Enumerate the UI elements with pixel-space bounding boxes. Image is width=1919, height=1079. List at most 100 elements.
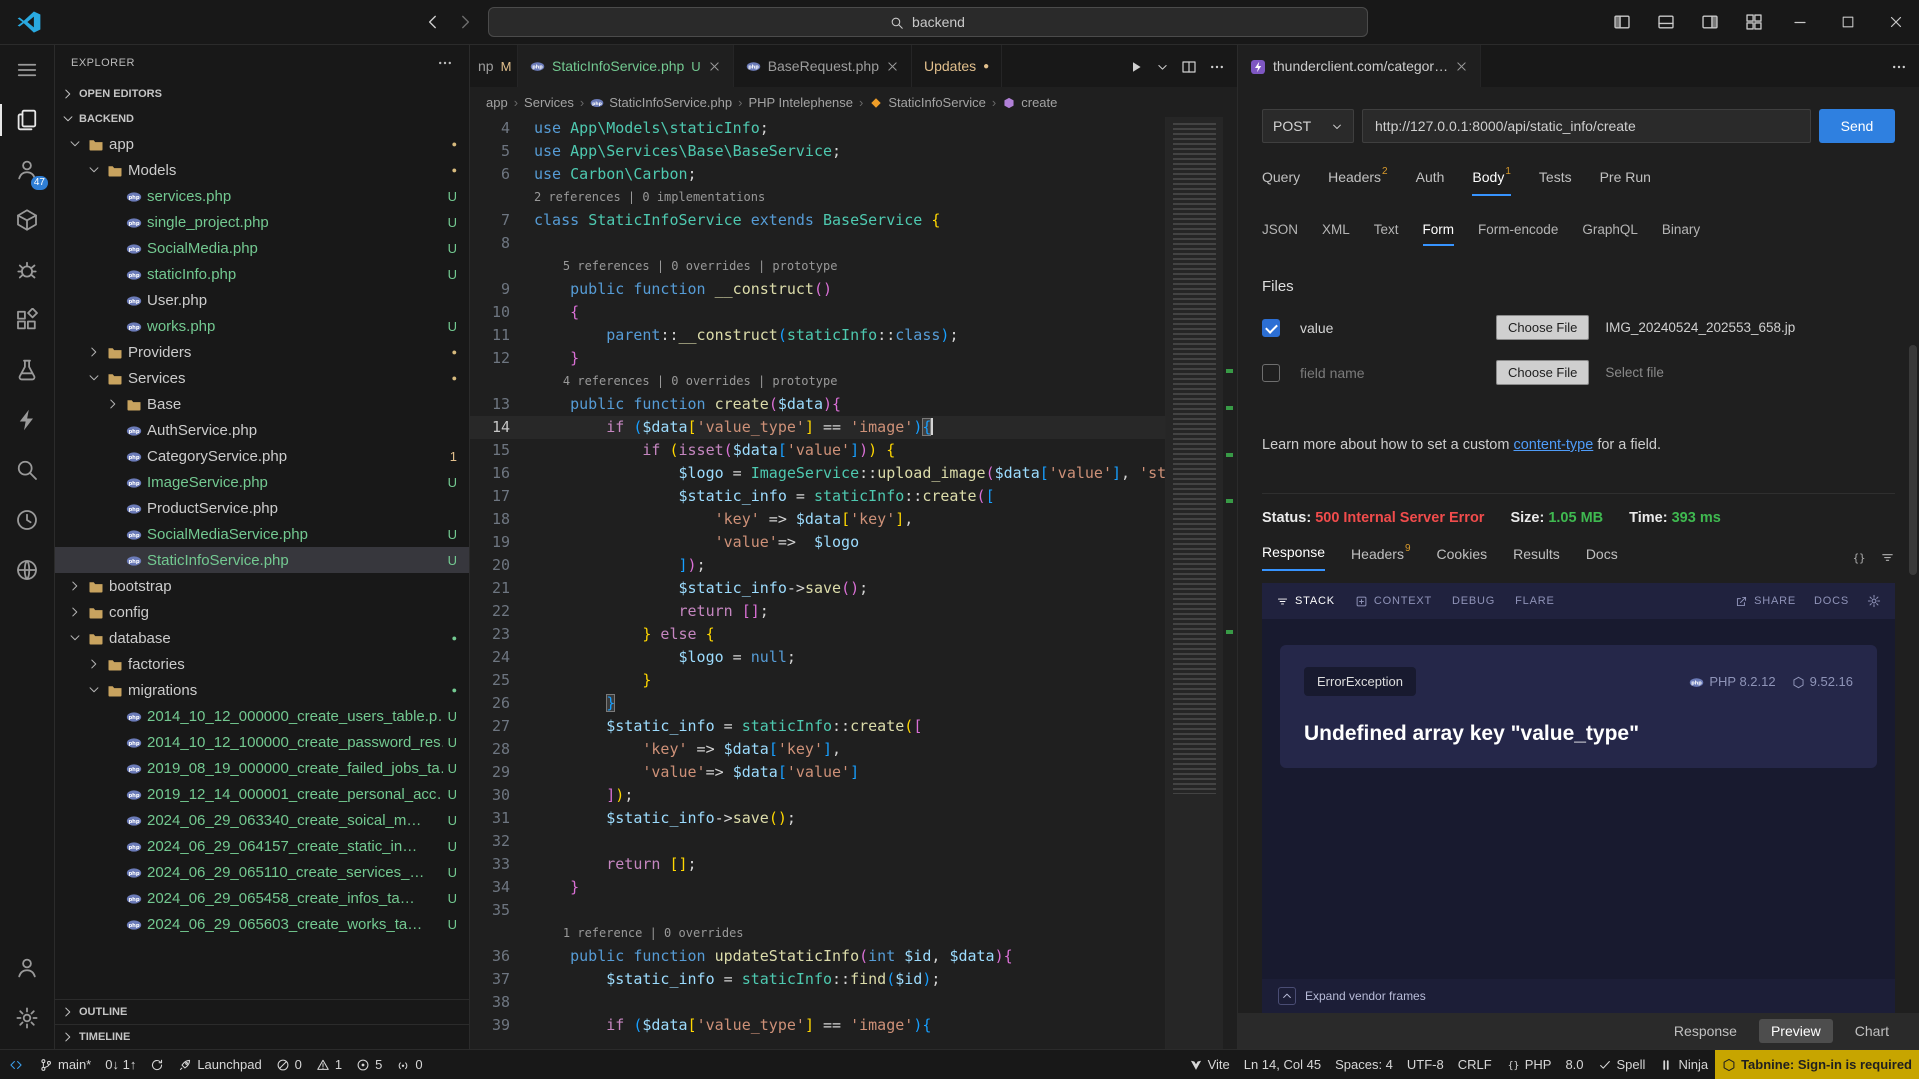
tree-file-row[interactable]: phpworks.phpU — [55, 313, 469, 339]
method-select[interactable]: POST — [1262, 109, 1354, 143]
statusbar-5[interactable]: 5 — [349, 1050, 389, 1079]
preview-tab-preview[interactable]: Preview — [1759, 1019, 1833, 1043]
expand-vendor-frames[interactable]: Expand vendor frames — [1262, 979, 1895, 1013]
filter-icon[interactable] — [1880, 548, 1895, 565]
tree-folder-row[interactable]: database● — [55, 625, 469, 651]
run-button[interactable] — [1128, 57, 1144, 74]
close-icon[interactable] — [708, 60, 721, 73]
braces-icon[interactable]: {} — [1851, 548, 1866, 565]
close-icon[interactable] — [1455, 60, 1468, 73]
response-tab-docs[interactable]: Docs — [1586, 546, 1618, 571]
editor-tab[interactable]: npM — [470, 45, 518, 87]
statusbar-main[interactable]: main* — [32, 1050, 98, 1079]
statusbar-tabnine-sign-in-is-required[interactable]: Tabnine: Sign-in is required — [1715, 1050, 1919, 1079]
toggle-auxbar-icon[interactable] — [1689, 0, 1731, 45]
minimize-button[interactable] — [1777, 0, 1823, 45]
statusbar-refresh[interactable] — [143, 1050, 171, 1079]
statusbar-remote[interactable] — [0, 1050, 32, 1079]
statusbar-spaces-4[interactable]: Spaces: 4 — [1328, 1050, 1400, 1079]
timeline-header[interactable]: TIMELINE — [55, 1024, 469, 1049]
breadcrumb-item[interactable]: PHP Intelephense — [748, 95, 853, 110]
breadcrumb-item[interactable]: Services — [524, 95, 574, 110]
code-editor[interactable]: 4use App\Models\staticInfo;5use App\Serv… — [470, 117, 1237, 1049]
tree-file-row[interactable]: php2024_06_29_065603_create_works_ta…U — [55, 911, 469, 937]
request-tab-body[interactable]: Body1 — [1472, 169, 1510, 196]
tree-folder-row[interactable]: config — [55, 599, 469, 625]
settings-gear-icon[interactable] — [0, 993, 54, 1043]
outline-header[interactable]: OUTLINE — [55, 999, 469, 1024]
statusbar-launchpad[interactable]: Launchpad — [171, 1050, 268, 1079]
accounts-icon[interactable]: 47 — [0, 145, 54, 195]
request-tab-auth[interactable]: Auth — [1416, 169, 1445, 196]
statusbar-utf-8[interactable]: UTF-8 — [1400, 1050, 1451, 1079]
tree-folder-row[interactable]: Models● — [55, 157, 469, 183]
request-tab-query[interactable]: Query — [1262, 169, 1300, 196]
close-button[interactable] — [1873, 0, 1919, 45]
tree-folder-row[interactable]: factories — [55, 651, 469, 677]
body-tab-xml[interactable]: XML — [1322, 222, 1350, 246]
breadcrumb-item[interactable]: phpStaticInfoService.php — [590, 94, 732, 110]
tree-file-row[interactable]: php2024_06_29_064157_create_static_in…U — [55, 833, 469, 859]
debug-icon[interactable] — [0, 245, 54, 295]
ignition-nav-stack[interactable]: STACK — [1276, 595, 1335, 608]
scrollbar-thumb[interactable] — [1909, 345, 1917, 575]
statusbar-0[interactable]: 0 — [269, 1050, 309, 1079]
request-tab-headers[interactable]: Headers2 — [1328, 169, 1387, 196]
statusbar-crlf[interactable]: CRLF — [1451, 1050, 1499, 1079]
tree-file-row[interactable]: phpAuthService.php — [55, 417, 469, 443]
close-icon[interactable] — [886, 60, 899, 73]
layout-grid-icon[interactable] — [1733, 0, 1775, 45]
forward-button[interactable] — [456, 13, 474, 31]
tree-file-row[interactable]: phpStaticInfoService.phpU — [55, 547, 469, 573]
power-icon[interactable] — [0, 395, 54, 445]
response-tab-results[interactable]: Results — [1513, 546, 1560, 571]
statusbar-spell[interactable]: Spell — [1591, 1050, 1653, 1079]
command-center-search[interactable]: backend — [488, 7, 1368, 37]
preview-tab-response[interactable]: Response — [1662, 1019, 1749, 1043]
tree-file-row[interactable]: phpImageService.phpU — [55, 469, 469, 495]
statusbar-8-0[interactable]: 8.0 — [1558, 1050, 1590, 1079]
statusbar-php[interactable]: {}PHP — [1499, 1050, 1559, 1079]
tree-file-row[interactable]: php2019_08_19_000000_create_failed_jobs_… — [55, 755, 469, 781]
run-dropdown-icon[interactable] — [1156, 58, 1169, 74]
account-icon[interactable] — [0, 943, 54, 993]
statusbar-ln-14-col-45[interactable]: Ln 14, Col 45 — [1237, 1050, 1328, 1079]
preview-tab-chart[interactable]: Chart — [1843, 1019, 1901, 1043]
settings-gear-icon[interactable] — [1867, 594, 1881, 608]
tree-file-row[interactable]: php2024_06_29_065458_create_infos_ta…U — [55, 885, 469, 911]
statusbar-ninja[interactable]: Ninja — [1652, 1050, 1715, 1079]
menu-icon[interactable] — [0, 45, 54, 95]
tree-file-row[interactable]: phpservices.phpU — [55, 183, 469, 209]
response-tab-cookies[interactable]: Cookies — [1437, 546, 1488, 571]
tree-file-row[interactable]: phpProductService.php — [55, 495, 469, 521]
tree-file-row[interactable]: phpCategoryService.php1 — [55, 443, 469, 469]
ignition-nav-flare[interactable]: FLARE — [1515, 595, 1554, 607]
request-tab-tests[interactable]: Tests — [1539, 169, 1572, 196]
panel-more-icon[interactable] — [1891, 57, 1907, 74]
body-tab-form[interactable]: Form — [1423, 222, 1455, 246]
body-tab-text[interactable]: Text — [1374, 222, 1399, 246]
thunder-tab[interactable]: thunderclient.com/categor… — [1238, 45, 1481, 87]
choose-file-button[interactable]: Choose File — [1496, 315, 1589, 340]
field-name-input[interactable]: value — [1300, 320, 1480, 336]
tree-file-row[interactable]: phpSocialMediaService.phpU — [55, 521, 469, 547]
request-tab-pre-run[interactable]: Pre Run — [1600, 169, 1651, 196]
workspace-root-header[interactable]: BACKEND — [55, 106, 469, 131]
statusbar-1[interactable]: 1 — [309, 1050, 349, 1079]
tree-folder-row[interactable]: Providers● — [55, 339, 469, 365]
body-tab-graphql[interactable]: GraphQL — [1582, 222, 1638, 246]
response-tab-response[interactable]: Response — [1262, 544, 1325, 571]
tree-file-row[interactable]: php2024_06_29_063340_create_soical_m…U — [55, 807, 469, 833]
body-tab-json[interactable]: JSON — [1262, 222, 1298, 246]
tree-file-row[interactable]: php2014_10_12_100000_create_password_res… — [55, 729, 469, 755]
editor-tab[interactable]: phpBaseRequest.php — [734, 45, 912, 87]
tree-file-row[interactable]: phpSocialMedia.phpU — [55, 235, 469, 261]
content-type-link[interactable]: content-type — [1513, 437, 1593, 453]
ignition-nav-docs[interactable]: DOCS — [1814, 595, 1849, 607]
open-editors-header[interactable]: OPEN EDITORS — [55, 81, 469, 106]
tree-folder-row[interactable]: migrations● — [55, 677, 469, 703]
checkbox[interactable] — [1262, 364, 1280, 382]
body-tab-binary[interactable]: Binary — [1662, 222, 1700, 246]
choose-file-button[interactable]: Choose File — [1496, 360, 1589, 385]
tree-folder-row[interactable]: Services● — [55, 365, 469, 391]
